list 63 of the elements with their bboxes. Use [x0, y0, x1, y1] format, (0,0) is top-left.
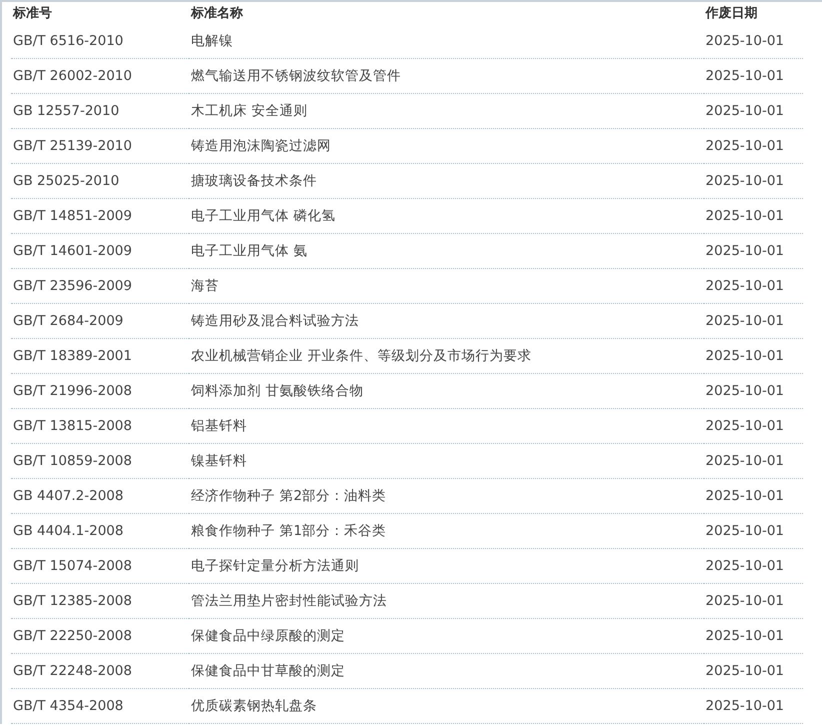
- table-cell: 保健食品中绿原酸的测定: [189, 618, 704, 654]
- table-cell: GB/T 6516-2010: [11, 24, 190, 58]
- table-cell: 2025-10-01: [704, 234, 803, 268]
- table-cell: 2025-10-01: [704, 128, 803, 164]
- column-header: 标准号: [12, 5, 53, 23]
- table-cell: 镍基钎料: [189, 444, 704, 478]
- table-cell: 电解镍: [189, 24, 704, 58]
- table-cell: 优质碳素钢热轧盘条: [189, 688, 704, 724]
- table-cell: 2025-10-01: [704, 688, 803, 724]
- table-cell: 粮食作物种子 第1部分：禾谷类: [189, 514, 704, 548]
- table-cell: 2025-10-01: [704, 304, 803, 338]
- table-cell: GB/T 12385-2008: [11, 584, 190, 618]
- table-cell: GB/T 21996-2008: [11, 374, 190, 408]
- table-cell: 铝基钎料: [189, 408, 704, 444]
- table-cell: 搪玻璃设备技术条件: [189, 164, 704, 198]
- table-cell: 饲料添加剂 甘氨酸铁络合物: [189, 374, 704, 408]
- table-cell: 2025-10-01: [704, 198, 803, 234]
- table-cell: 2025-10-01: [704, 444, 803, 478]
- table-cell: 农业机械营销企业 开业条件、等级划分及市场行为要求: [189, 338, 704, 374]
- table-cell: GB 25025-2010: [11, 164, 190, 198]
- table-cell: 2025-10-01: [704, 24, 803, 58]
- table-cell: 2025-10-01: [704, 268, 803, 304]
- table-cell: 2025-10-01: [704, 654, 803, 688]
- column-header: 作废日期: [704, 4, 759, 23]
- table-cell: 木工机床 安全通则: [189, 94, 704, 128]
- table-cell: GB/T 13815-2008: [11, 408, 190, 444]
- column-header: 标准名称: [190, 5, 244, 23]
- table-cell: GB/T 22248-2008: [11, 654, 190, 688]
- table-cell: GB/T 2684-2009: [11, 304, 190, 338]
- table-cell: GB/T 25139-2010: [11, 128, 190, 164]
- table-cell: 2025-10-01: [704, 584, 803, 618]
- table-cell: 2025-10-01: [704, 374, 803, 408]
- table-cell: 电子工业用气体 磷化氢: [189, 198, 704, 234]
- table-cell: 2025-10-01: [704, 94, 803, 128]
- table-cell: 2025-10-01: [704, 408, 803, 444]
- table-cell: GB/T 10859-2008: [11, 444, 190, 478]
- table-cell: 铸造用泡沫陶瓷过滤网: [189, 128, 704, 164]
- table-cell: 电子探针定量分析方法通则: [189, 548, 704, 584]
- table-cell: GB/T 22250-2008: [11, 618, 190, 654]
- table-cell: GB/T 15074-2008: [11, 548, 190, 584]
- table-cell: 海苔: [189, 268, 704, 304]
- table-cell: 电子工业用气体 氨: [189, 234, 704, 268]
- table-cell: GB/T 14601-2009: [11, 234, 190, 268]
- table-cell: 2025-10-01: [704, 514, 803, 548]
- table-cell: GB 4407.2-2008: [11, 478, 190, 514]
- table-cell: 铸造用砂及混合料试验方法: [189, 304, 704, 338]
- table-cell: GB/T 26002-2010: [11, 58, 190, 94]
- table-cell: 燃气输送用不锈钢波纹软管及管件: [189, 58, 704, 94]
- table-cell: GB/T 4354-2008: [11, 688, 190, 724]
- table-cell: 保健食品中甘草酸的测定: [189, 654, 704, 688]
- table-cell: 2025-10-01: [704, 478, 803, 514]
- table-cell: 2025-10-01: [704, 618, 803, 654]
- table-cell: GB/T 14851-2009: [11, 198, 190, 234]
- table-cell: 管法兰用垫片密封性能试验方法: [189, 584, 704, 618]
- table-cell: 2025-10-01: [704, 548, 803, 584]
- table-cell: GB/T 23596-2009: [11, 268, 190, 304]
- table-cell: 2025-10-01: [704, 164, 803, 198]
- table-cell: 2025-10-01: [704, 338, 803, 374]
- table-cell: GB 4404.1-2008: [11, 514, 190, 548]
- table-cell: 2025-10-01: [704, 58, 803, 94]
- table-cell: GB 12557-2010: [11, 94, 190, 128]
- table-cell: 经济作物种子 第2部分：油料类: [189, 478, 704, 514]
- table-cell: GB/T 18389-2001: [11, 338, 190, 374]
